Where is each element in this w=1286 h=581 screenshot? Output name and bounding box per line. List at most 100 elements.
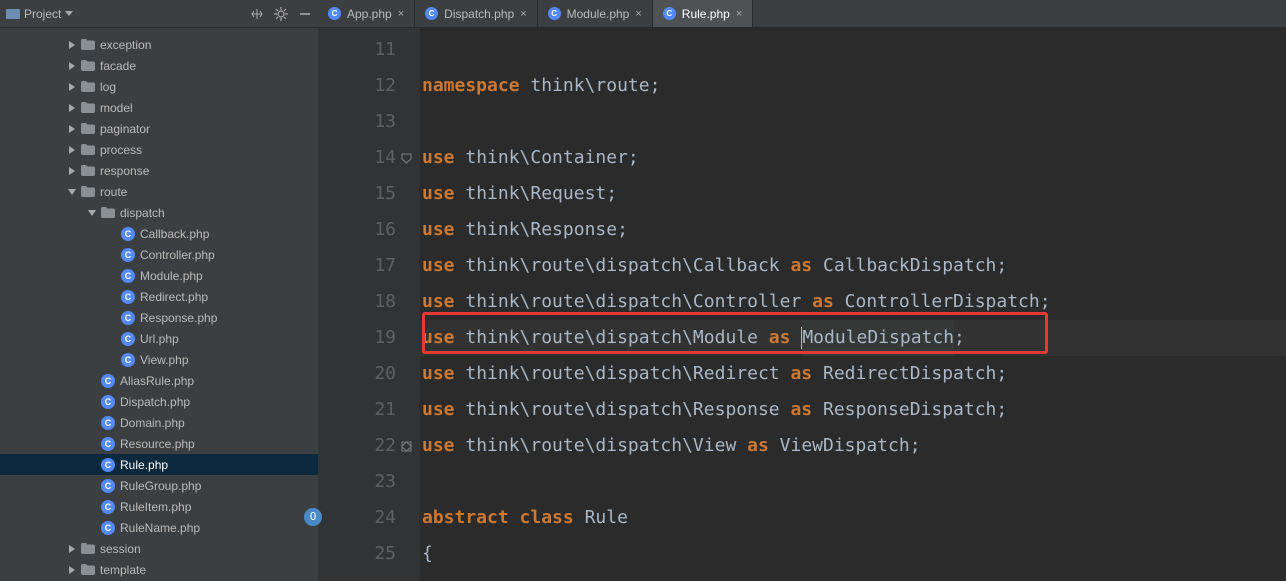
tree-file[interactable]: CRule.php bbox=[0, 454, 318, 475]
chevron-right-icon[interactable] bbox=[69, 146, 75, 154]
gutter-line: 17 bbox=[318, 248, 396, 284]
code-token: { bbox=[422, 536, 433, 572]
line-number: 13 bbox=[374, 104, 396, 140]
tree-file[interactable]: CRuleGroup.php bbox=[0, 475, 318, 496]
code-line[interactable]: abstract class Rule bbox=[420, 500, 1286, 536]
tree-file[interactable]: CCallback.php bbox=[0, 223, 318, 244]
code-line[interactable]: use think\Container; bbox=[420, 140, 1286, 176]
folder-icon bbox=[80, 100, 96, 116]
tree-item-label: paginator bbox=[100, 122, 150, 136]
editor-tab[interactable]: CRule.php× bbox=[653, 0, 753, 27]
chevron-down-icon[interactable] bbox=[68, 189, 76, 195]
code-token: ; bbox=[628, 140, 639, 176]
tree-item-label: Dispatch.php bbox=[120, 395, 190, 409]
gutter-line: 21 bbox=[318, 392, 396, 428]
chevron-down-icon[interactable] bbox=[88, 210, 96, 216]
editor-tab[interactable]: CModule.php× bbox=[538, 0, 653, 27]
tree-file[interactable]: CResponse.php bbox=[0, 307, 318, 328]
tree-file[interactable]: CDispatch.php bbox=[0, 391, 318, 412]
chevron-right-icon[interactable] bbox=[69, 545, 75, 553]
dropdown-icon[interactable] bbox=[65, 11, 73, 17]
code-token: think\route bbox=[530, 68, 649, 104]
code-area[interactable]: namespace think\route; use think\Containe… bbox=[420, 28, 1286, 581]
code-line[interactable]: use think\route\dispatch\Module as Modul… bbox=[420, 320, 1286, 356]
code-line[interactable]: use think\route\dispatch\Response as Res… bbox=[420, 392, 1286, 428]
scroll-from-source-icon[interactable] bbox=[250, 7, 264, 21]
fold-start-icon[interactable] bbox=[396, 140, 417, 176]
chevron-right-icon[interactable] bbox=[69, 125, 75, 133]
tree-file[interactable]: CResource.php bbox=[0, 433, 318, 454]
php-file-icon: C bbox=[328, 7, 341, 20]
chevron-right-icon[interactable] bbox=[69, 167, 75, 175]
fold-end-icon[interactable] bbox=[396, 428, 417, 464]
tree-folder[interactable]: response bbox=[0, 160, 318, 181]
tree-folder[interactable]: exception bbox=[0, 34, 318, 55]
chevron-right-icon[interactable] bbox=[69, 104, 75, 112]
tree-file[interactable]: CUrl.php bbox=[0, 328, 318, 349]
inspection-badge-icon[interactable]: O bbox=[304, 508, 322, 526]
tree-file[interactable]: CRuleItem.php bbox=[0, 496, 318, 517]
code-line[interactable]: use think\route\dispatch\View as ViewDis… bbox=[420, 428, 1286, 464]
tree-folder[interactable]: template bbox=[0, 559, 318, 580]
tree-file[interactable]: CDomain.php bbox=[0, 412, 318, 433]
code-line[interactable] bbox=[420, 104, 1286, 140]
editor-tab[interactable]: CApp.php× bbox=[318, 0, 415, 27]
tree-file[interactable]: CView.php bbox=[0, 349, 318, 370]
tree-item-label: template bbox=[100, 563, 146, 577]
tree-folder[interactable]: dispatch bbox=[0, 202, 318, 223]
chevron-right-icon[interactable] bbox=[69, 566, 75, 574]
code-token: think\Container bbox=[465, 140, 628, 176]
chevron-right-icon[interactable] bbox=[69, 62, 75, 70]
close-icon[interactable]: × bbox=[635, 8, 641, 20]
code-line[interactable]: use think\Response; bbox=[420, 212, 1286, 248]
tree-folder[interactable]: facade bbox=[0, 55, 318, 76]
code-token: as bbox=[790, 248, 812, 284]
tree-folder[interactable]: process bbox=[0, 139, 318, 160]
tree-file[interactable]: CController.php bbox=[0, 244, 318, 265]
gear-icon[interactable] bbox=[274, 7, 288, 21]
tree-file[interactable]: CAliasRule.php bbox=[0, 370, 318, 391]
tree-folder[interactable]: log bbox=[0, 76, 318, 97]
close-icon[interactable]: × bbox=[398, 8, 404, 20]
tree-file[interactable]: CModule.php bbox=[0, 265, 318, 286]
tree-item-label: log bbox=[100, 80, 116, 94]
code-token: think\Response bbox=[465, 212, 617, 248]
close-icon[interactable]: × bbox=[736, 8, 742, 20]
code-line[interactable] bbox=[420, 464, 1286, 500]
tree-folder[interactable]: model bbox=[0, 97, 318, 118]
code-token: as bbox=[790, 392, 812, 428]
tree-item-label: Callback.php bbox=[140, 227, 209, 241]
tree-item-label: Rule.php bbox=[120, 458, 168, 472]
minimize-icon[interactable] bbox=[298, 7, 312, 21]
editor-tab[interactable]: CDispatch.php× bbox=[415, 0, 537, 27]
tree-folder[interactable]: session bbox=[0, 538, 318, 559]
code-line[interactable]: use think\route\dispatch\Callback as Cal… bbox=[420, 248, 1286, 284]
code-line[interactable]: use think\route\dispatch\Controller as C… bbox=[420, 284, 1286, 320]
project-tree[interactable]: exceptionfacadelogmodelpaginatorprocessr… bbox=[0, 28, 318, 581]
code-token: think\route\dispatch\Module bbox=[465, 320, 768, 356]
code-line[interactable]: { bbox=[420, 536, 1286, 572]
line-number: 22 bbox=[374, 428, 396, 464]
chevron-right-icon[interactable] bbox=[69, 41, 75, 49]
code-line[interactable] bbox=[420, 32, 1286, 68]
tree-item-label: facade bbox=[100, 59, 136, 73]
chevron-right-icon[interactable] bbox=[69, 83, 75, 91]
line-number: 23 bbox=[374, 464, 396, 500]
code-editor[interactable]: 1112131415161718192021222324O25 namespac… bbox=[318, 28, 1286, 581]
code-line[interactable]: namespace think\route; bbox=[420, 68, 1286, 104]
tree-folder[interactable]: paginator bbox=[0, 118, 318, 139]
gutter-line: 23 bbox=[318, 464, 396, 500]
code-token: use bbox=[422, 248, 465, 284]
tree-file[interactable]: CRuleName.php bbox=[0, 517, 318, 538]
code-line[interactable]: use think\Request; bbox=[420, 176, 1286, 212]
gutter-line: 22 bbox=[318, 428, 396, 464]
gutter-line: 12 bbox=[318, 68, 396, 104]
close-icon[interactable]: × bbox=[520, 8, 526, 20]
tree-folder[interactable]: route bbox=[0, 181, 318, 202]
code-line[interactable]: use think\route\dispatch\Redirect as Red… bbox=[420, 356, 1286, 392]
gutter-line: 18 bbox=[318, 284, 396, 320]
tree-file[interactable]: CRedirect.php bbox=[0, 286, 318, 307]
code-token: use bbox=[422, 284, 465, 320]
tree-item-label: AliasRule.php bbox=[120, 374, 194, 388]
gutter-line: 15 bbox=[318, 176, 396, 212]
